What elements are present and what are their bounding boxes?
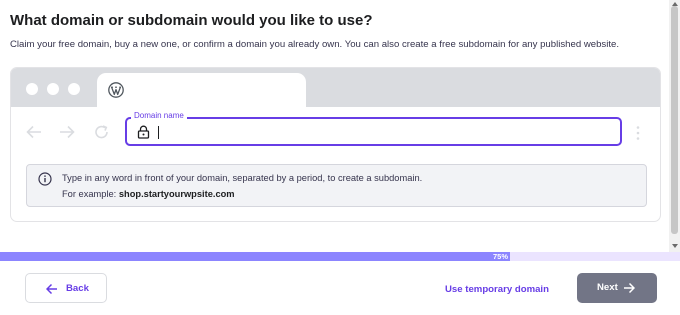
window-dot-icon (47, 83, 59, 95)
domain-name-field[interactable]: Domain name (125, 111, 622, 146)
forward-arrow-icon (60, 125, 75, 139)
use-temporary-domain-button[interactable]: Use temporary domain (445, 284, 549, 295)
browser-tab-bar (11, 68, 660, 107)
wordpress-icon (108, 82, 124, 98)
browser-tab (97, 73, 306, 107)
window-dot-icon (26, 83, 38, 95)
progress-label: 75% (493, 252, 509, 261)
browser-mockup: Domain name Type in any word in front of… (10, 67, 661, 222)
info-example-value: shop.startyourwpsite.com (118, 189, 235, 199)
page-title: What domain or subdomain would you like … (10, 12, 373, 29)
scroll-down-icon[interactable] (672, 244, 678, 248)
window-dot-icon (68, 83, 80, 95)
next-button-label: Next (597, 282, 618, 293)
progress-bar: 75% (0, 252, 680, 261)
back-button[interactable]: Back (25, 273, 107, 303)
back-button-label: Back (66, 283, 89, 294)
arrow-right-icon (624, 282, 635, 294)
domain-name-label: Domain name (131, 111, 187, 120)
back-arrow-icon (26, 125, 41, 139)
scrollbar-thumb[interactable] (671, 6, 678, 234)
reload-icon (95, 125, 108, 139)
progress-fill (0, 252, 510, 261)
next-button[interactable]: Next (577, 273, 657, 303)
subdomain-info-box: Type in any word in front of your domain… (26, 164, 647, 207)
domain-name-input[interactable] (158, 126, 159, 139)
lock-icon (137, 125, 150, 139)
kebab-menu-icon (636, 126, 640, 140)
arrow-left-icon (46, 283, 57, 295)
page-subtitle: Claim your free domain, buy a new one, o… (10, 39, 620, 50)
scroll-up-icon[interactable] (672, 2, 678, 6)
info-example-prefix: For example: (62, 189, 117, 199)
footer: Back Use temporary domain Next (0, 261, 680, 315)
info-example: For example: shop.startyourwpsite.com (62, 189, 235, 199)
info-text: Type in any word in front of your domain… (62, 173, 423, 183)
info-icon (38, 172, 52, 186)
